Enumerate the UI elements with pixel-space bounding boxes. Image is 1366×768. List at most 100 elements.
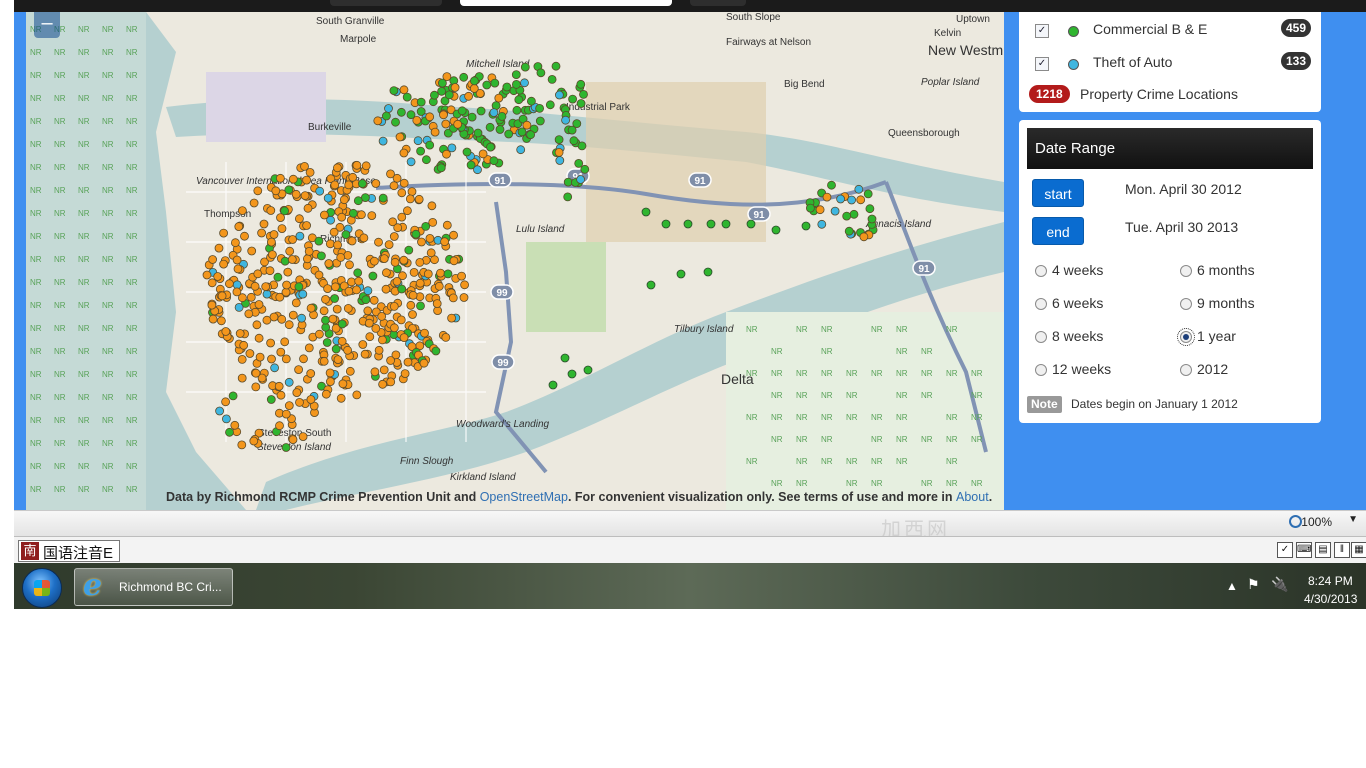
crime-marker[interactable] — [307, 396, 315, 404]
crime-marker[interactable] — [301, 192, 309, 200]
crime-marker[interactable] — [231, 421, 239, 429]
crime-marker[interactable] — [417, 302, 425, 310]
legend-item-commercial[interactable]: ✓ Commercial B & E 459 — [1019, 20, 1321, 44]
crime-marker[interactable] — [281, 257, 289, 265]
crime-marker[interactable] — [391, 258, 399, 266]
crime-marker[interactable] — [285, 378, 293, 386]
crime-marker[interactable] — [322, 295, 330, 303]
crime-marker[interactable] — [229, 392, 237, 400]
crime-marker[interactable] — [307, 304, 315, 312]
crime-marker[interactable] — [555, 148, 563, 156]
crime-marker[interactable] — [420, 359, 428, 367]
crime-marker[interactable] — [517, 146, 525, 154]
crime-marker[interactable] — [323, 339, 331, 347]
crime-marker[interactable] — [289, 311, 297, 319]
crime-marker[interactable] — [295, 366, 303, 374]
crime-marker[interactable] — [400, 179, 408, 187]
ime-bars-icon[interactable]: ‖ — [1334, 542, 1350, 558]
crime-map[interactable]: NR NR NR NR NR NR NR NR NR NR NR NR NR NR NR NR NR NR NR NR… — [26, 12, 1004, 510]
crime-marker[interactable] — [288, 256, 296, 264]
crime-marker[interactable] — [390, 233, 398, 241]
auto-checkbox[interactable]: ✓ — [1035, 57, 1049, 71]
start-button[interactable]: start — [1032, 179, 1084, 207]
crime-marker[interactable] — [429, 218, 437, 226]
crime-marker[interactable] — [235, 223, 243, 231]
crime-marker[interactable] — [278, 315, 286, 323]
crime-marker[interactable] — [263, 316, 271, 324]
crime-marker[interactable] — [208, 279, 216, 287]
crime-marker[interactable] — [437, 164, 445, 172]
crime-marker[interactable] — [433, 300, 441, 308]
radio-4-weeks[interactable] — [1035, 265, 1047, 277]
crime-marker[interactable] — [240, 341, 248, 349]
crime-marker[interactable] — [325, 260, 333, 268]
crime-marker[interactable] — [344, 346, 352, 354]
crime-marker[interactable] — [460, 73, 468, 81]
crime-marker[interactable] — [837, 195, 845, 203]
crime-marker[interactable] — [390, 302, 398, 310]
crime-marker[interactable] — [495, 94, 503, 102]
crime-marker[interactable] — [806, 204, 814, 212]
crime-marker[interactable] — [405, 246, 413, 254]
crime-marker[interactable] — [564, 178, 572, 186]
crime-marker[interactable] — [855, 185, 863, 193]
crime-marker[interactable] — [241, 232, 249, 240]
crime-marker[interactable] — [448, 314, 456, 322]
crime-marker[interactable] — [271, 364, 279, 372]
crime-marker[interactable] — [412, 230, 420, 238]
crime-marker[interactable] — [252, 369, 260, 377]
crime-marker[interactable] — [289, 236, 297, 244]
crime-marker[interactable] — [316, 187, 324, 195]
crime-marker[interactable] — [512, 71, 520, 79]
crime-marker[interactable] — [360, 234, 368, 242]
crime-marker[interactable] — [222, 328, 230, 336]
crime-marker[interactable] — [398, 189, 406, 197]
crime-marker[interactable] — [406, 195, 414, 203]
crime-marker[interactable] — [426, 234, 434, 242]
crime-marker[interactable] — [483, 81, 491, 89]
crime-marker[interactable] — [426, 141, 434, 149]
crime-marker[interactable] — [281, 338, 289, 346]
radio-6-weeks[interactable] — [1035, 298, 1047, 310]
crime-marker[interactable] — [315, 237, 323, 245]
crime-marker[interactable] — [398, 213, 406, 221]
crime-marker[interactable] — [282, 355, 290, 363]
crime-marker[interactable] — [432, 347, 440, 355]
crime-marker[interactable] — [477, 107, 485, 115]
crime-marker[interactable] — [403, 93, 411, 101]
crime-marker[interactable] — [285, 321, 293, 329]
crime-marker[interactable] — [357, 211, 365, 219]
crime-marker[interactable] — [421, 329, 429, 337]
crime-marker[interactable] — [487, 143, 495, 151]
crime-marker[interactable] — [320, 307, 328, 315]
crime-marker[interactable] — [234, 265, 242, 273]
crime-marker[interactable] — [317, 252, 325, 260]
zoom-level[interactable]: 100% — [1301, 515, 1332, 529]
crime-marker[interactable] — [277, 391, 285, 399]
crime-marker[interactable] — [569, 95, 577, 103]
crime-marker[interactable] — [320, 357, 328, 365]
crime-marker[interactable] — [460, 294, 468, 302]
crime-marker[interactable] — [258, 229, 266, 237]
crime-marker[interactable] — [662, 220, 670, 228]
crime-marker[interactable] — [382, 112, 390, 120]
crime-marker[interactable] — [253, 321, 261, 329]
crime-marker[interactable] — [394, 224, 402, 232]
crime-marker[interactable] — [470, 85, 478, 93]
crime-marker[interactable] — [860, 233, 868, 241]
crime-marker[interactable] — [262, 283, 270, 291]
crime-marker[interactable] — [284, 268, 292, 276]
toolbar-search-box[interactable] — [460, 0, 672, 6]
radio-1-year[interactable] — [1180, 331, 1192, 343]
crime-marker[interactable] — [282, 410, 290, 418]
crime-marker[interactable] — [283, 281, 291, 289]
crime-marker[interactable] — [322, 390, 330, 398]
crime-marker[interactable] — [527, 131, 535, 139]
crime-marker[interactable] — [577, 80, 585, 88]
crime-marker[interactable] — [403, 207, 411, 215]
crime-marker[interactable] — [330, 228, 338, 236]
crime-marker[interactable] — [512, 80, 520, 88]
crime-marker[interactable] — [289, 175, 297, 183]
crime-marker[interactable] — [868, 215, 876, 223]
crime-marker[interactable] — [233, 256, 241, 264]
